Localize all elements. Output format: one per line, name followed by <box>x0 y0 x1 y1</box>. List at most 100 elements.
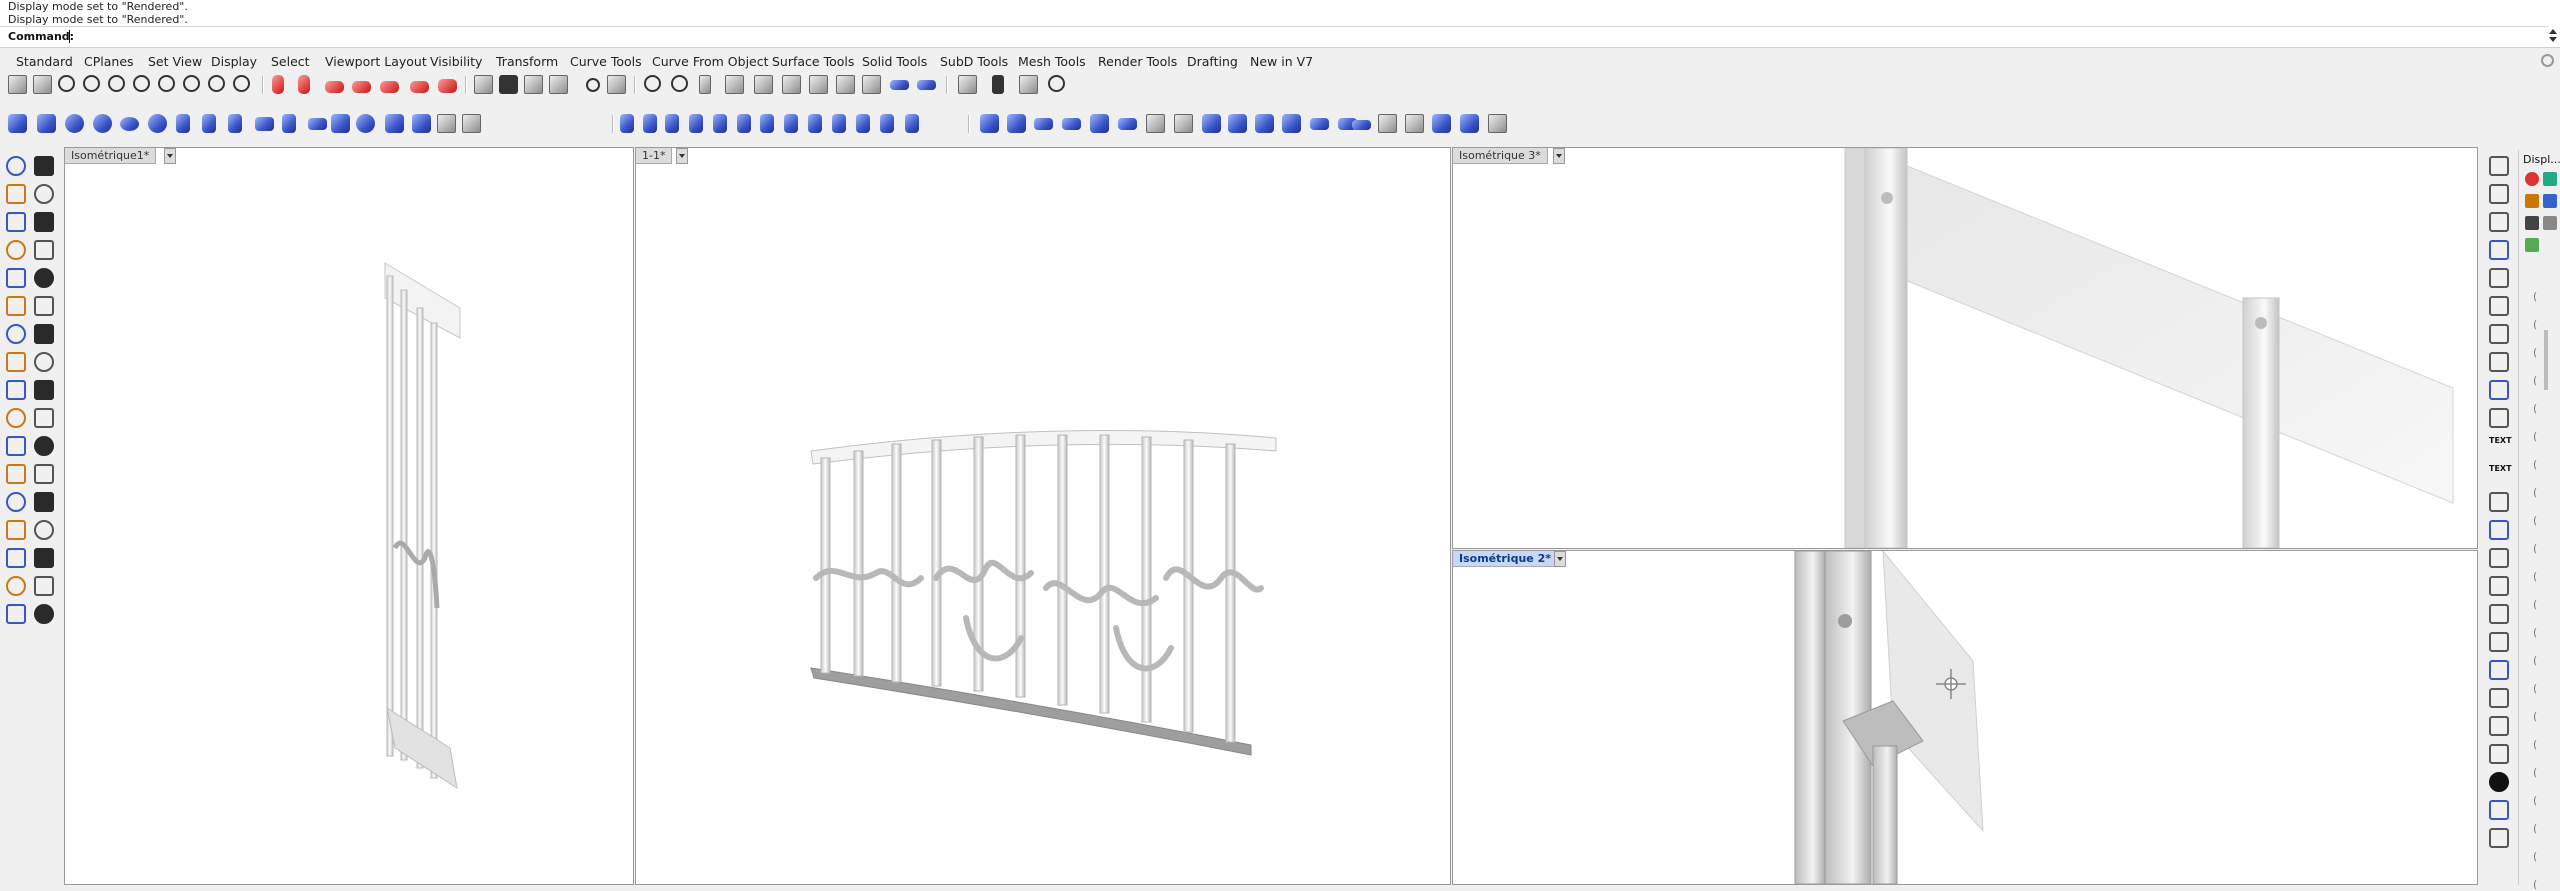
split-curve-icon[interactable] <box>34 492 54 512</box>
collapsed-panel-bracket-icon[interactable]: ( <box>2533 766 2537 779</box>
point-cloud-icon[interactable] <box>1405 114 1424 133</box>
curve-icon[interactable] <box>34 184 54 204</box>
panel-scrollbar[interactable] <box>2544 330 2548 390</box>
patch-icon[interactable] <box>856 114 870 133</box>
collapsed-panel-bracket-icon[interactable]: ( <box>2533 822 2537 835</box>
rotate-icon[interactable] <box>6 436 26 456</box>
solid-edit-icon[interactable] <box>462 114 481 133</box>
project-icon[interactable] <box>34 380 54 400</box>
pipe-icon[interactable] <box>308 118 327 130</box>
sun-icon[interactable] <box>607 75 626 94</box>
collapsed-panel-bracket-icon[interactable]: ( <box>2533 458 2537 471</box>
shell-icon[interactable] <box>917 80 936 90</box>
tab-surface-tools[interactable]: Surface Tools <box>772 54 854 70</box>
zoom-selected-icon[interactable] <box>133 75 150 92</box>
extrude-icon[interactable] <box>331 114 350 133</box>
align-tool-icon[interactable] <box>2489 156 2509 176</box>
point-grid-icon[interactable] <box>1378 114 1397 133</box>
scroll-up-icon[interactable] <box>2549 29 2557 34</box>
collapsed-panel-bracket-icon[interactable]: ( <box>2533 290 2537 303</box>
viewport-menu-dropdown-icon[interactable] <box>1553 148 1565 164</box>
collapsed-panel-bracket-icon[interactable]: ( <box>2533 430 2537 443</box>
material-icon[interactable] <box>2489 688 2509 708</box>
extract-surface-icon[interactable] <box>1202 114 1221 133</box>
pyramid-icon[interactable] <box>228 114 242 133</box>
collapsed-panel-bracket-icon[interactable]: ( <box>2533 486 2537 499</box>
mesh-from-nurbs-icon[interactable] <box>1460 114 1479 133</box>
tab-standard[interactable]: Standard <box>16 54 73 70</box>
zoom-window-icon[interactable] <box>83 75 100 92</box>
car-shaded-icon[interactable] <box>325 81 344 93</box>
rebuild-icon[interactable] <box>1432 114 1451 133</box>
filter-icon[interactable] <box>754 75 773 94</box>
viewport-menu-dropdown-icon[interactable] <box>676 148 688 164</box>
move-face-icon[interactable] <box>1255 114 1274 133</box>
check-icon[interactable] <box>34 576 54 596</box>
tab-drafting[interactable]: Drafting <box>1187 54 1238 70</box>
extrude-face-icon[interactable] <box>1282 114 1301 133</box>
sweep1-icon[interactable] <box>784 114 798 133</box>
scroll-down-icon[interactable] <box>2549 37 2557 42</box>
polyline-icon[interactable] <box>6 184 26 204</box>
extrude-surface-icon[interactable] <box>689 114 703 133</box>
render-icon[interactable] <box>272 75 284 94</box>
collapsed-panel-bracket-icon[interactable]: ( <box>2533 374 2537 387</box>
render-tool-icon[interactable] <box>2489 660 2509 680</box>
collapsed-panel-bracket-icon[interactable]: ( <box>2533 598 2537 611</box>
materials-icon[interactable] <box>438 79 457 93</box>
command-scroll-arrows[interactable] <box>2548 26 2558 46</box>
cylinder-icon[interactable] <box>37 114 56 133</box>
zoom-target-icon[interactable] <box>208 75 225 92</box>
properties-panel-icon[interactable] <box>2543 216 2557 230</box>
dimension-tool-icon[interactable] <box>34 520 54 540</box>
osnap-icon[interactable] <box>644 75 661 92</box>
zoom-icon[interactable] <box>58 75 75 92</box>
array-icon[interactable] <box>836 75 855 94</box>
box-solid-icon[interactable] <box>6 296 26 316</box>
record-history-icon[interactable] <box>699 75 711 94</box>
car-xray-icon[interactable] <box>410 81 429 93</box>
collapsed-panel-bracket-icon[interactable]: ( <box>2533 570 2537 583</box>
collapsed-panel-bracket-icon[interactable]: ( <box>2533 850 2537 863</box>
text-block-icon[interactable]: TEXT <box>2489 464 2512 484</box>
tube-icon[interactable] <box>282 114 296 133</box>
mesh-icon[interactable] <box>6 520 26 540</box>
collapsed-panel-bracket-icon[interactable]: ( <box>2533 738 2537 751</box>
collapsed-panel-bracket-icon[interactable]: ( <box>2533 794 2537 807</box>
tab-cplanes[interactable]: CPlanes <box>84 54 134 70</box>
boolean-split-icon[interactable] <box>1062 118 1081 130</box>
solid-cap-icon[interactable] <box>1090 114 1109 133</box>
zoom-1to1-icon[interactable] <box>233 75 250 92</box>
sphere-icon[interactable] <box>65 114 84 133</box>
paint-icon[interactable] <box>34 604 54 624</box>
rotate-view-icon[interactable] <box>33 75 52 94</box>
layer-tool-icon[interactable] <box>6 604 26 624</box>
gear-icon[interactable] <box>34 352 54 372</box>
surface-from-points-icon[interactable] <box>620 114 634 133</box>
collapsed-panel-bracket-icon[interactable]: ( <box>2533 626 2537 639</box>
offset-icon[interactable] <box>6 492 26 512</box>
blend-icon[interactable] <box>880 114 894 133</box>
viewport-title-tab-active[interactable]: Isométrique 2* <box>1453 551 1558 567</box>
hatch-icon[interactable] <box>2489 576 2509 596</box>
export-icon[interactable] <box>2489 828 2509 848</box>
sphere-solid-icon[interactable] <box>34 296 54 316</box>
leader-icon[interactable] <box>2489 548 2509 568</box>
tab-mesh-tools[interactable]: Mesh Tools <box>1018 54 1086 70</box>
collapsed-panel-bracket-icon[interactable]: ( <box>2533 542 2537 555</box>
dimension-icon[interactable] <box>958 75 977 94</box>
undo-view-icon[interactable] <box>183 75 200 92</box>
collapsed-panel-bracket-icon[interactable]: ( <box>2533 682 2537 695</box>
camera-icon[interactable] <box>499 75 518 94</box>
circle-icon[interactable] <box>6 212 26 232</box>
boolean-difference-icon[interactable] <box>1007 114 1026 133</box>
extend-icon[interactable] <box>2489 352 2509 372</box>
point-icon[interactable] <box>34 156 54 176</box>
fillet-edge-icon[interactable] <box>356 114 375 133</box>
collapsed-panel-bracket-icon[interactable]: ( <box>2533 318 2537 331</box>
walk-icon[interactable] <box>992 75 1004 94</box>
explode-tool-icon[interactable] <box>2489 268 2509 288</box>
toolbar-options-gear-icon[interactable] <box>2541 54 2554 67</box>
zoom-extents-icon[interactable] <box>108 75 125 92</box>
tab-subd-tools[interactable]: SubD Tools <box>940 54 1008 70</box>
